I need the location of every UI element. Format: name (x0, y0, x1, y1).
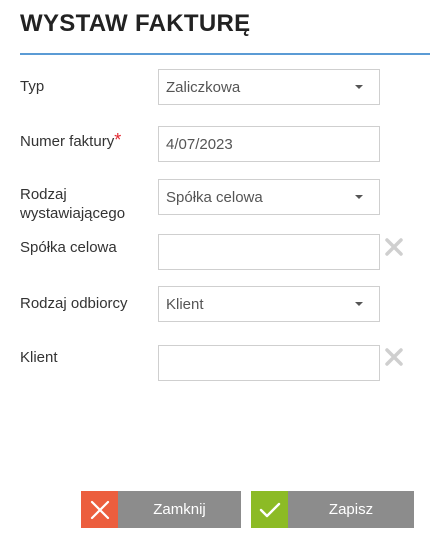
caret-down-icon (355, 85, 363, 89)
page-title: WYSTAW FAKTURĘ (20, 10, 251, 37)
typ-label: Typ (20, 78, 45, 95)
rodzaj-wystawiajacego-label-line2: wystawiającego (20, 205, 126, 222)
required-asterisk: * (114, 130, 122, 150)
numer-faktury-label-text: Numer faktury (20, 133, 115, 150)
numer-faktury-input[interactable]: 4/07/2023 (158, 126, 380, 162)
rodzaj-odbiorcy-value: Klient (166, 295, 204, 313)
close-button[interactable]: Zamknij (81, 491, 241, 528)
rodzaj-odbiorcy-label: Rodzaj odbiorcy (20, 295, 128, 312)
numer-faktury-label: Numer faktury* (20, 131, 121, 151)
caret-down-icon (355, 195, 363, 199)
rodzaj-wystawiajacego-select[interactable]: Spółka celowa (158, 179, 380, 215)
typ-select-value: Zaliczkowa (166, 78, 241, 96)
rodzaj-odbiorcy-select[interactable]: Klient (158, 286, 380, 322)
rodzaj-wystawiajacego-label: Rodzaj wystawiającego (20, 185, 125, 223)
caret-down-icon (355, 302, 363, 306)
save-button-label: Zapisz (288, 491, 414, 528)
rodzaj-wystawiajacego-label-line1: Rodzaj (20, 186, 67, 203)
save-button[interactable]: Zapisz (251, 491, 414, 528)
klient-input[interactable] (158, 345, 380, 381)
clear-x-icon[interactable] (384, 237, 404, 257)
typ-select[interactable]: Zaliczkowa (158, 69, 380, 105)
klient-label: Klient (20, 349, 58, 366)
close-icon (81, 491, 118, 528)
checkmark-icon (251, 491, 288, 528)
spolka-celowa-input[interactable] (158, 234, 380, 270)
title-divider (20, 53, 430, 55)
rodzaj-wystawiajacego-value: Spółka celowa (166, 188, 263, 206)
close-button-label: Zamknij (118, 491, 241, 528)
clear-x-icon[interactable] (384, 347, 404, 367)
spolka-celowa-label: Spółka celowa (20, 239, 117, 256)
numer-faktury-value: 4/07/2023 (166, 135, 233, 153)
